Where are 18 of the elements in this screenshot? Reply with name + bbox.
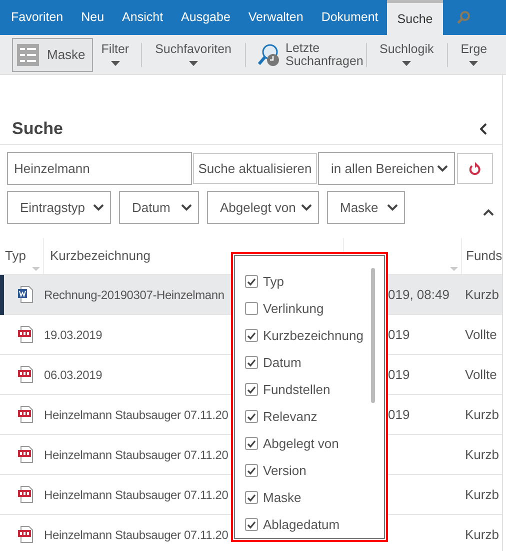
file-name-cell-text: Heinzelmann Staubsauger 07.11.20 (44, 446, 228, 464)
file-name-cell-text: 19.03.2019 (44, 326, 102, 344)
file-name-cell-text: 06.03.2019 (44, 366, 102, 384)
fund-cell-text: Kurzb (465, 446, 499, 464)
fund-cell-text: Kurzb (465, 526, 499, 544)
file-name-cell-text: Heinzelmann Staubsauger 07.11.20 (44, 406, 228, 424)
fund-cell-text: Kurzb (465, 286, 499, 304)
file-name-cell-text: Heinzelmann Staubsauger 07.11.20 (44, 486, 228, 504)
fund-cell-text: Vollte (465, 366, 497, 384)
file-name-cell-text: Heinzelmann Staubsauger 07.11.20 (44, 526, 228, 544)
panel-title: Suche (12, 118, 64, 140)
date-cell-text: 019 (387, 406, 411, 424)
fund-cell-text: Kurzb (465, 406, 499, 424)
fund-cell-text: Kurzb (465, 486, 499, 504)
date-cell-text: 019 (387, 366, 411, 384)
fund-cell-text: Vollte (465, 326, 497, 344)
file-name-cell-text: Rechnung-20190307-Heinzelmann (44, 286, 224, 304)
date-cell-text: 019, 08:49 (387, 286, 450, 304)
